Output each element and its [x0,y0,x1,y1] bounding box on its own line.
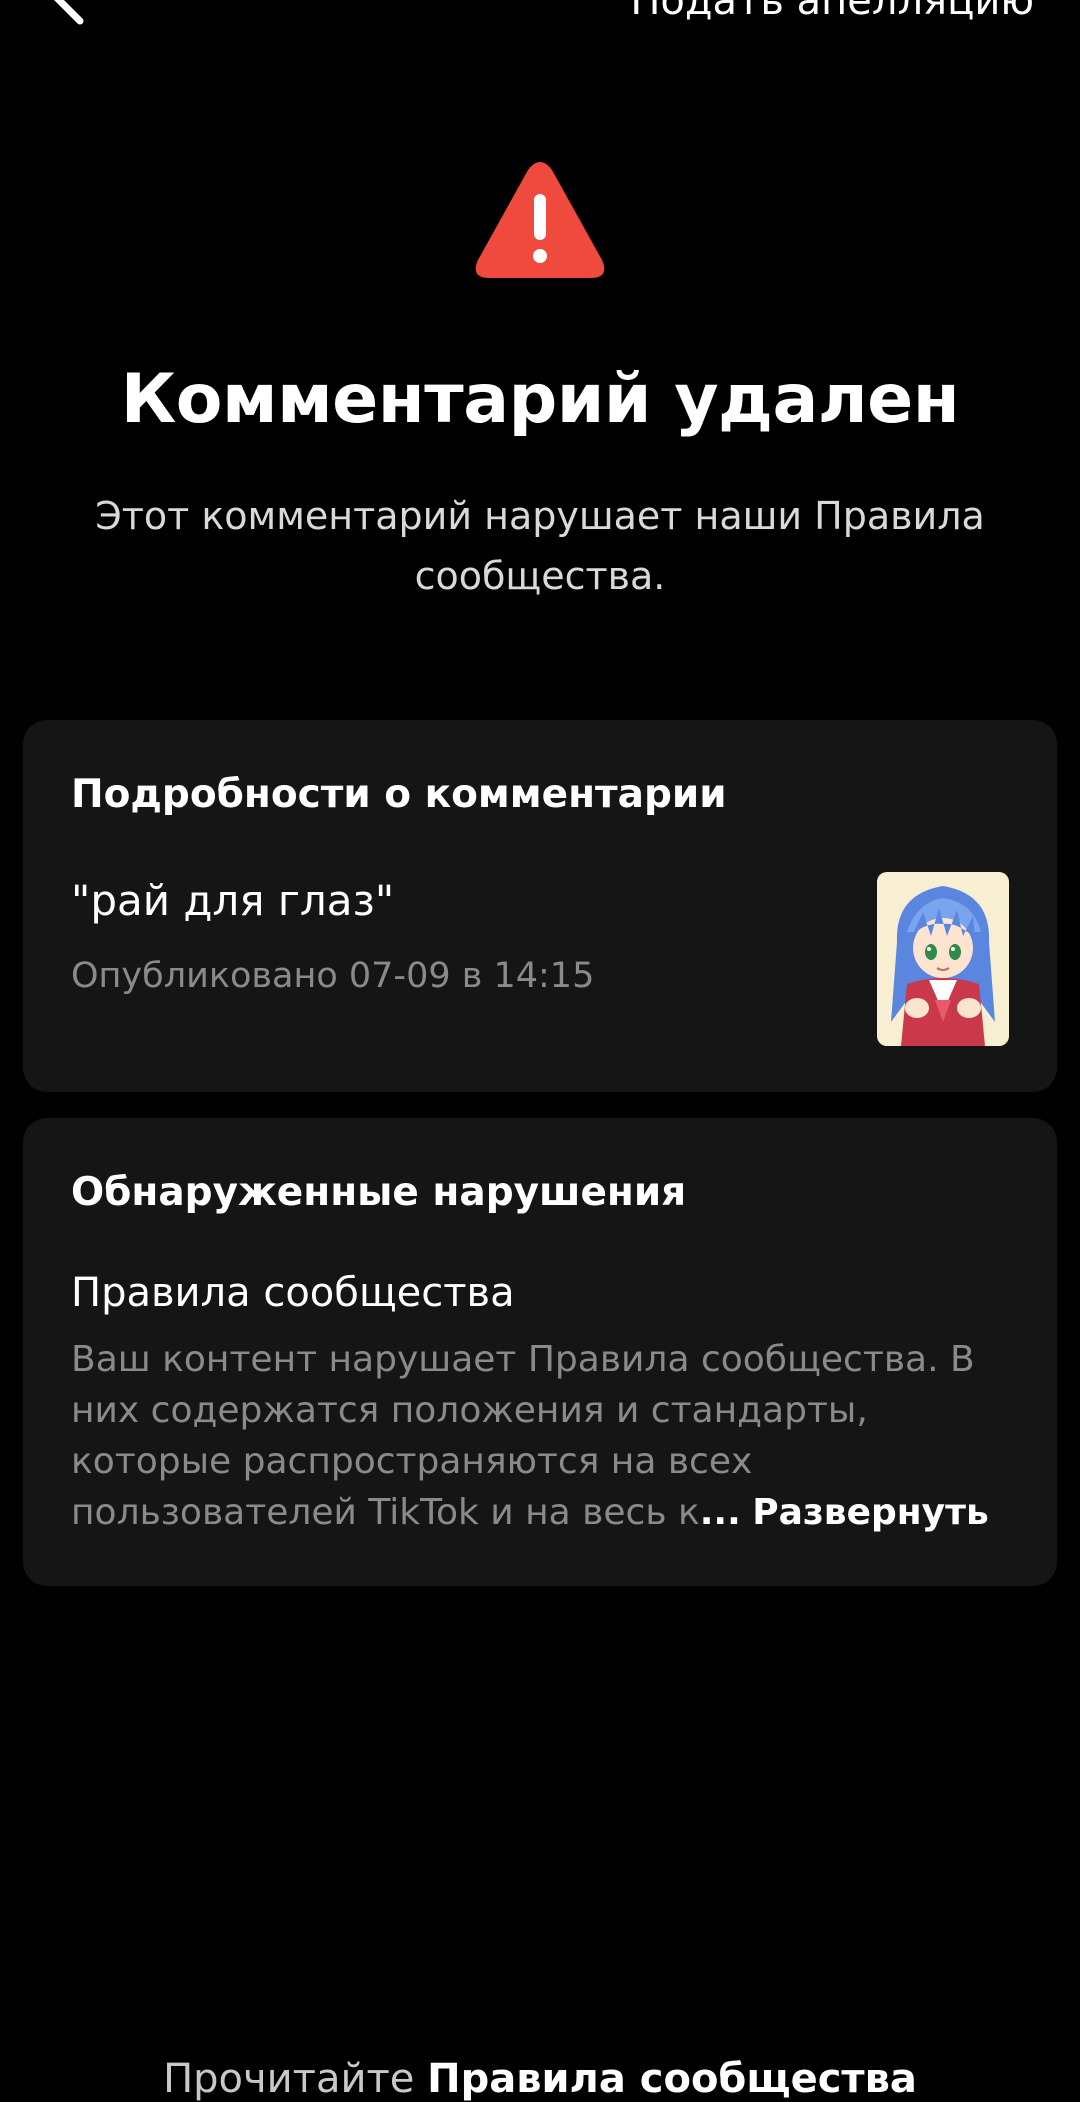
rule-description-line-last: пользователей TikTok и на весь к... Разв… [71,1487,1031,1538]
appeal-button[interactable]: Подать апелляцию [630,0,1034,24]
status-description: Этот комментарий нарушает наши Правила с… [95,494,985,598]
violations-title: Обнаруженные нарушения [71,1170,687,1215]
video-thumbnail[interactable] [877,872,1009,1046]
footer-prefix: Прочитайте [163,2056,415,2102]
arrow-left-icon [54,0,84,25]
comment-text: "рай для глаз" [71,876,395,925]
expand-button[interactable]: Развернуть [752,1492,989,1533]
rule-description: Ваш контент нарушает Правила сообщества.… [71,1334,1031,1538]
rule-description-truncated: пользователей TikTok и на весь к [71,1492,700,1533]
posted-timestamp: Опубликовано 07-09 в 14:15 [71,956,595,996]
community-guidelines-link[interactable]: Правила сообщества [427,2056,917,2102]
footer-rules-link: Прочитайте Правила сообщества [0,2056,1080,2102]
rule-title: Правила сообщества [71,1270,515,1316]
ellipsis: ... [699,1492,741,1533]
rule-description-line: которые распространяются на всех [71,1441,753,1482]
comment-details-title: Подробности о комментарии [71,772,727,817]
rule-description-line: них содержатся положения и стандарты, [71,1390,868,1431]
back-button[interactable] [44,0,124,30]
page-title: Комментарий удален [120,360,960,439]
anime-avatar-thumbnail [877,872,1009,1046]
comment-details-card: Подробности о комментарии "рай для глаз"… [23,720,1057,1092]
rule-description-line: Ваш контент нарушает Правила сообщества.… [71,1339,975,1380]
top-bar: Подать апелляцию [0,0,1080,40]
warning-triangle-icon [474,160,606,282]
violations-card: Обнаруженные нарушения Правила сообществ… [23,1118,1057,1586]
